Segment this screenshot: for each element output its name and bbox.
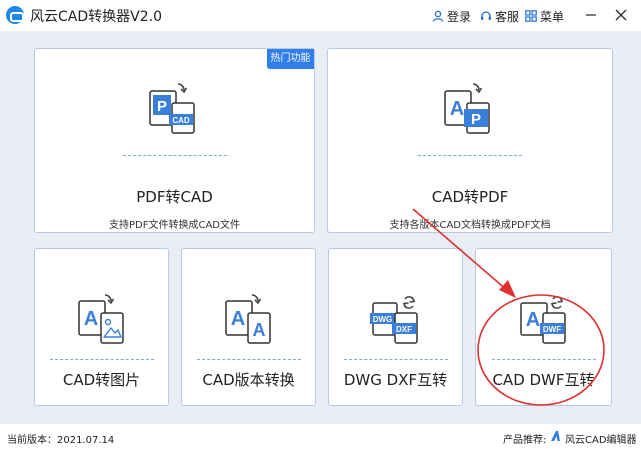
app-title: 风云CAD转换器V2.0 — [30, 9, 162, 25]
title-bar: 风云CAD转换器V2.0 登录 客服 菜单 — [0, 0, 641, 31]
pdf-to-cad-icon: P CAD — [140, 81, 210, 141]
cad-dwf-title: CAD DWF互转 — [492, 371, 595, 389]
recommend-label: 产品推荐: — [503, 435, 547, 446]
divider — [343, 359, 448, 360]
dwg-dxf-card[interactable]: DWG DXF DWG DXF互转 — [328, 248, 463, 406]
customer-service-label: 客服 — [495, 9, 520, 24]
cad-to-pdf-title: CAD转PDF — [431, 188, 509, 206]
a-icon-letter: A — [450, 98, 464, 120]
divider — [196, 359, 301, 360]
app-logo-icon — [6, 6, 24, 24]
dwg-icon-label: DWG — [372, 315, 392, 324]
cad-version-card[interactable]: A A CAD版本转换 — [181, 248, 316, 406]
main-panel: 热门功能 P CAD PDF转CAD 支持PDF文件转换成CAD文件 A P C… — [0, 31, 641, 424]
cad-to-pdf-description: 支持各版本CAD文档转换成PDF文档 — [389, 220, 551, 231]
dwf-icon-label: DWF — [542, 325, 560, 334]
cad-dwf-icon: A DWF — [509, 293, 579, 351]
pdf-to-cad-description: 支持PDF文件转换成CAD文件 — [108, 220, 240, 231]
pdf-to-cad-card[interactable]: 热门功能 P CAD PDF转CAD 支持PDF文件转换成CAD文件 — [34, 48, 315, 233]
customer-service-button[interactable]: 客服 — [480, 8, 519, 24]
version-label: 当前版本：2021.07.14 — [7, 435, 115, 446]
a-icon-letter: A — [525, 309, 539, 331]
dxf-icon-label: DXF — [396, 325, 412, 334]
dwg-dxf-icon: DWG DXF — [361, 293, 431, 351]
divider — [491, 359, 596, 360]
headset-icon — [481, 11, 491, 20]
editor-logo-icon — [551, 431, 560, 441]
divider — [49, 359, 154, 360]
grid-icon — [525, 10, 537, 22]
user-icon — [432, 10, 444, 22]
pdf-icon-letter: P — [156, 98, 166, 115]
cad-dwf-card[interactable]: A DWF CAD DWF互转 — [475, 248, 612, 406]
cad-icon-letter: CAD — [172, 116, 190, 125]
cad-to-pdf-card[interactable]: A P CAD转PDF 支持各版本CAD文档转换成PDF文档 — [327, 48, 613, 233]
divider — [122, 155, 227, 156]
a-icon-letter: A — [83, 308, 97, 330]
recommend-product-link[interactable]: 风云CAD编辑器 — [565, 431, 637, 446]
status-bar: 当前版本：2021.07.14 产品推荐: 风云CAD编辑器 — [0, 424, 641, 449]
login-label: 登录 — [447, 9, 472, 24]
cad-to-pdf-icon: A P — [435, 81, 505, 141]
cad-version-icon: A A — [214, 293, 284, 351]
pdf-to-cad-title: PDF转CAD — [136, 188, 213, 206]
cad-version-title: CAD版本转换 — [202, 371, 295, 389]
minimize-icon[interactable] — [582, 6, 600, 24]
login-button[interactable]: 登录 — [432, 8, 471, 24]
cad-to-image-icon: A — [67, 293, 137, 351]
cad-to-image-title: CAD转图片 — [62, 371, 141, 389]
dwg-dxf-title: DWG DXF互转 — [343, 371, 448, 389]
a-icon-letter: A — [230, 308, 244, 330]
menu-button[interactable]: 菜单 — [525, 8, 564, 24]
divider — [418, 155, 522, 156]
hot-feature-badge: 热门功能 — [267, 49, 314, 69]
menu-label: 菜单 — [540, 9, 565, 24]
a-icon-letter: A — [252, 320, 265, 340]
p-icon-letter: P — [471, 111, 481, 128]
close-icon[interactable] — [612, 6, 630, 24]
cad-to-image-card[interactable]: A CAD转图片 — [34, 248, 169, 406]
